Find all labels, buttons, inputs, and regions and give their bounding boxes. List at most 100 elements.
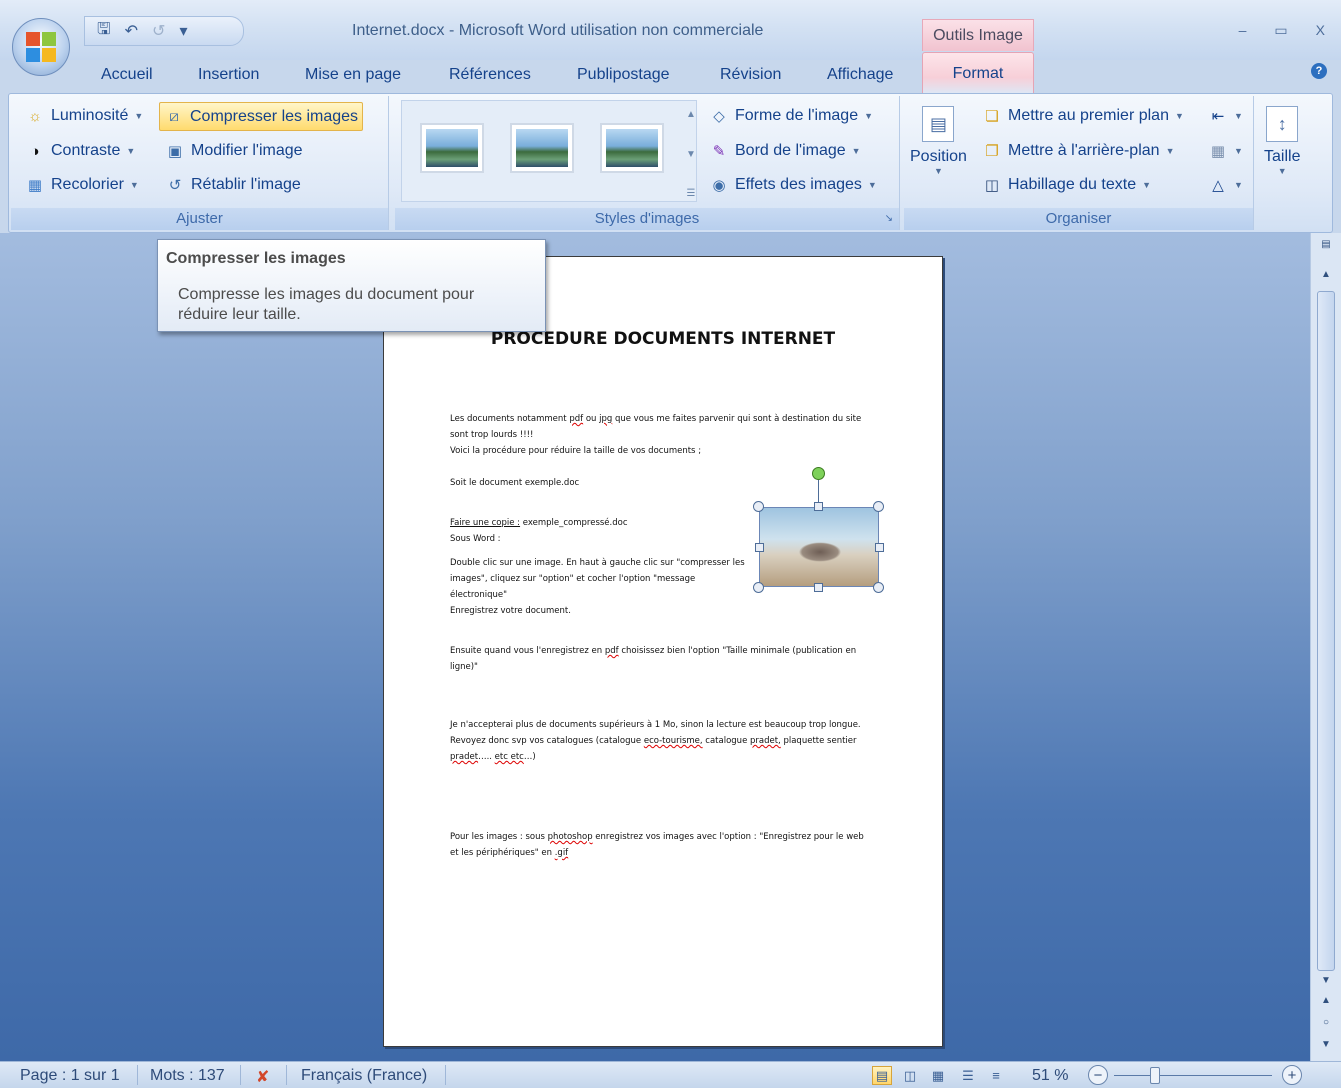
- resize-handle-ne[interactable]: [873, 501, 884, 512]
- resize-handle-se[interactable]: [873, 582, 884, 593]
- habillage-texte-button[interactable]: ◫ Habillage du texte ▼: [978, 171, 1155, 199]
- gallery-down-icon[interactable]: ▼: [686, 149, 696, 160]
- change-picture-icon: ▣: [167, 143, 183, 160]
- resize-handle-nw[interactable]: [753, 501, 764, 512]
- gallery-more-icon[interactable]: ☰: [687, 188, 696, 199]
- browse-object-icon[interactable]: ○: [1317, 1017, 1335, 1028]
- taille-button[interactable]: ↕ Taille ▼: [1264, 106, 1300, 176]
- align-button[interactable]: ⇤ ▼: [1204, 102, 1247, 130]
- zoom-slider-thumb[interactable]: [1150, 1067, 1160, 1084]
- paragraph-6: Double clic sur une image. En haut à gau…: [450, 558, 745, 600]
- tab-publipostage[interactable]: Publipostage: [577, 66, 670, 84]
- picture-style-1[interactable]: [420, 123, 484, 173]
- maximize-button[interactable]: ▭: [1274, 22, 1287, 39]
- status-separator: [137, 1065, 138, 1085]
- paragraph-3: Soit le document exemple.doc: [450, 478, 580, 488]
- premier-plan-button[interactable]: ❏ Mettre au premier plan ▼: [978, 102, 1188, 130]
- tab-affichage[interactable]: Affichage: [827, 66, 893, 84]
- compresser-images-button[interactable]: ⧄ Compresser les images: [159, 102, 364, 131]
- help-icon[interactable]: ?: [1311, 63, 1327, 79]
- position-button[interactable]: ▤ Position ▼: [910, 106, 967, 176]
- minimize-button[interactable]: –: [1239, 22, 1247, 39]
- customize-qat-icon[interactable]: ▾: [179, 21, 187, 41]
- resize-handle-sw[interactable]: [753, 582, 764, 593]
- paragraph-10: Pour les images : sous photoshop enregis…: [450, 832, 864, 858]
- zoom-out-button[interactable]: −: [1088, 1065, 1108, 1085]
- vertical-scrollbar[interactable]: ▤ ▲ ▼ ▲ ○ ▼: [1310, 233, 1341, 1061]
- resize-handle-n[interactable]: [814, 502, 823, 511]
- document-page[interactable]: PROCEDURE DOCUMENTS INTERNET Les documen…: [383, 256, 943, 1047]
- status-separator: [240, 1065, 241, 1085]
- word-count[interactable]: Mots : 137: [150, 1067, 225, 1085]
- tab-revision[interactable]: Révision: [720, 66, 781, 84]
- chevron-down-icon: ▼: [864, 111, 874, 121]
- group-ajuster: ☼ Luminosité ▼ ◑ Contraste ▼ ▦ Recolorie…: [11, 96, 389, 230]
- language-indicator[interactable]: Français (France): [301, 1067, 427, 1085]
- save-icon[interactable]: 🖫: [97, 18, 111, 45]
- rotate-icon: △: [1212, 177, 1224, 194]
- group-objects-button[interactable]: ▦ ▼: [1204, 137, 1247, 165]
- print-layout-view-icon[interactable]: ▤: [872, 1066, 892, 1085]
- chevron-down-icon: ▼: [126, 146, 136, 156]
- selected-picture[interactable]: [759, 507, 879, 587]
- zoom-slider-track[interactable]: [1114, 1075, 1272, 1076]
- group-styles-images: ▲ ▼ ☰ ◇ Forme de l'image ▼ ✎ Bord de l'i…: [395, 96, 900, 230]
- web-layout-view-icon[interactable]: ▦: [928, 1066, 948, 1085]
- chevron-down-icon: ▼: [867, 180, 877, 190]
- effets-images-button[interactable]: ◉ Effets des images ▼: [705, 171, 881, 199]
- send-to-back-icon: ❐: [985, 143, 999, 160]
- paragraph-7: Enregistrez votre document.: [450, 606, 571, 616]
- undo-icon[interactable]: ↶: [125, 21, 138, 41]
- close-button[interactable]: X: [1316, 22, 1325, 39]
- ruler-toggle-icon[interactable]: ▤: [1317, 239, 1335, 250]
- resize-handle-s[interactable]: [814, 583, 823, 592]
- contrast-icon: ◑: [30, 142, 40, 160]
- rotation-handle[interactable]: [812, 467, 825, 480]
- picture-style-2[interactable]: [510, 123, 574, 173]
- outline-view-icon[interactable]: ☰: [958, 1066, 978, 1085]
- page-indicator[interactable]: Page : 1 sur 1: [20, 1067, 120, 1085]
- luminosite-button[interactable]: ☼ Luminosité ▼: [21, 102, 147, 130]
- zoom-level[interactable]: 51 %: [1032, 1067, 1068, 1085]
- chevron-down-icon: ▼: [1234, 180, 1243, 190]
- status-separator: [286, 1065, 287, 1085]
- resize-handle-e[interactable]: [875, 543, 884, 552]
- status-separator: [445, 1065, 446, 1085]
- retablir-image-button[interactable]: ↺ Rétablir l'image: [161, 171, 305, 199]
- resize-handle-w[interactable]: [755, 543, 764, 552]
- dialog-launcher-icon[interactable]: ↘: [885, 208, 893, 230]
- draft-view-icon[interactable]: ≡: [986, 1066, 1006, 1085]
- chevron-down-icon: ▼: [1174, 111, 1184, 121]
- rotate-button[interactable]: △ ▼: [1204, 171, 1247, 199]
- scroll-up-icon[interactable]: ▲: [1317, 269, 1335, 280]
- gallery-up-icon[interactable]: ▲: [686, 109, 696, 120]
- contraste-button[interactable]: ◑ Contraste ▼: [21, 137, 139, 165]
- compress-pictures-icon: ⧄: [169, 108, 179, 125]
- tab-insertion[interactable]: Insertion: [198, 66, 259, 84]
- arriere-plan-button[interactable]: ❐ Mettre à l'arrière-plan ▼: [978, 137, 1178, 165]
- next-page-icon[interactable]: ▼: [1317, 1039, 1335, 1050]
- size-icon: ↕: [1266, 106, 1299, 142]
- scrollbar-thumb[interactable]: [1317, 291, 1335, 971]
- redo-icon[interactable]: ↺: [152, 21, 165, 41]
- tab-mise-en-page[interactable]: Mise en page: [305, 66, 401, 84]
- bord-image-button[interactable]: ✎ Bord de l'image ▼: [705, 137, 865, 165]
- paragraph-8: Ensuite quand vous l'enregistrez en pdf …: [450, 646, 857, 672]
- zoom-in-button[interactable]: +: [1282, 1065, 1302, 1085]
- tab-accueil[interactable]: Accueil: [101, 66, 153, 84]
- previous-page-icon[interactable]: ▲: [1317, 995, 1335, 1006]
- office-button[interactable]: [12, 18, 70, 76]
- tab-references[interactable]: Références: [449, 66, 531, 84]
- status-bar: Page : 1 sur 1 Mots : 137 ✘ Français (Fr…: [0, 1061, 1341, 1088]
- scroll-down-icon[interactable]: ▼: [1317, 975, 1335, 986]
- modifier-image-button[interactable]: ▣ Modifier l'image: [161, 137, 307, 165]
- picture-style-3[interactable]: [600, 123, 664, 173]
- tab-format[interactable]: Format: [922, 52, 1034, 94]
- full-screen-reading-icon[interactable]: ◫: [900, 1066, 920, 1085]
- recolorier-button[interactable]: ▦ Recolorier ▼: [21, 171, 143, 199]
- window-controls: – ▭ X: [1239, 22, 1325, 39]
- position-icon: ▤: [922, 106, 955, 142]
- proofing-icon[interactable]: ✘: [256, 1067, 269, 1087]
- forme-image-button[interactable]: ◇ Forme de l'image ▼: [705, 102, 877, 130]
- gallery-scroll: ▲ ▼ ☰: [680, 109, 702, 199]
